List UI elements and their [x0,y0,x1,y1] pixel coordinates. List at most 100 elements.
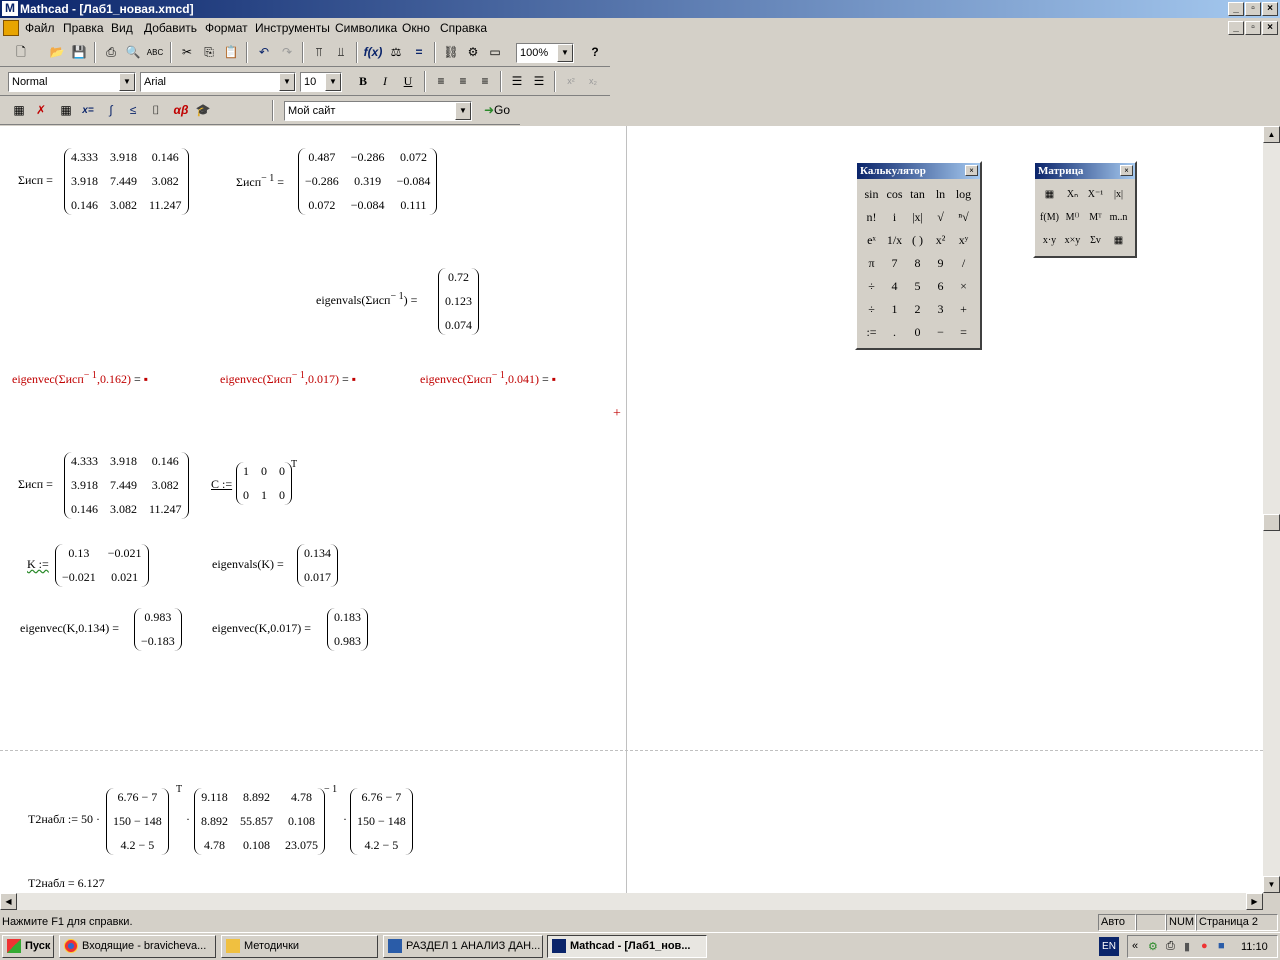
subscript-icon[interactable]: x₂ [582,71,604,92]
calculator-key[interactable]: ⁿ√ [952,206,975,229]
matrix-toolbar-icon[interactable]: ▦ [55,100,77,121]
print-icon[interactable]: ⎙ [100,42,122,63]
eigenvec-expression-2[interactable]: eigenvec(Σисп− 1,0.017) = ▪ [220,370,356,387]
calculator-key[interactable]: sin [860,183,883,206]
browser-tray-icon[interactable]: ● [1201,940,1208,952]
superscript-icon[interactable]: x² [560,71,582,92]
calculator-key[interactable]: 3 [929,298,952,321]
menu-tools[interactable]: Инструменты [255,21,330,35]
calculator-key[interactable]: 4 [883,275,906,298]
calculator-key[interactable]: 5 [906,275,929,298]
menu-symbolics[interactable]: Символика [335,21,397,35]
font-select[interactable]: Arial ▼ [140,72,296,92]
redo-icon[interactable]: ↷ [276,42,298,63]
cut-icon[interactable]: ✂ [176,42,198,63]
matrix-key[interactable]: x×y [1061,229,1084,252]
horizontal-scrollbar[interactable]: ◀ ▶ [0,893,1263,910]
paste-icon[interactable]: 📋 [220,42,242,63]
calculator-key[interactable]: 8 [906,252,929,275]
matrix-key[interactable]: f(M) [1038,206,1061,229]
programming-toolbar-icon[interactable]: ⌷ [145,100,167,121]
signal-icon[interactable]: ▮ [1184,940,1190,953]
c-matrix[interactable]: 100010 [236,462,292,505]
minimize-button[interactable]: _ [1228,2,1244,16]
greek-toolbar-icon[interactable]: αβ [170,100,192,121]
matrix-key[interactable]: ▦ [1038,183,1061,206]
calculator-key[interactable]: 9 [929,252,952,275]
align-right-icon[interactable]: ≡ [474,71,496,92]
close-icon[interactable]: × [965,165,978,176]
calculus-toolbar-icon[interactable]: ∫ [100,100,122,121]
doc-minimize-button[interactable]: _ [1228,21,1244,35]
matrix-key[interactable]: ▦ [1107,229,1130,252]
calculator-key[interactable]: log [952,183,975,206]
matrix-key[interactable]: x·y [1038,229,1061,252]
calculator-key[interactable]: xʸ [952,229,975,252]
scroll-down-icon[interactable]: ▼ [1263,876,1280,893]
sigma-matrix[interactable]: 4.333 3.918 0.146 3.918 7.449 3.082 0.146 3.082… [64,148,189,215]
calculator-key[interactable]: |x| [906,206,929,229]
calculator-key[interactable]: 1 [883,298,906,321]
resource-center-icon[interactable]: ▭ [484,42,506,63]
calculator-key[interactable]: := [860,321,883,344]
align-center-icon[interactable]: ≡ [452,71,474,92]
doc-restore-button[interactable]: ▫ [1245,21,1261,35]
calculator-key[interactable]: 2 [906,298,929,321]
calculator-key[interactable]: ( ) [906,229,929,252]
menu-insert[interactable]: Добавить [144,21,197,35]
new-icon[interactable]: 🗋 [10,42,32,63]
eigenvals-k-result[interactable]: 0.134 0.017 [297,544,338,587]
graph-toolbar-icon[interactable]: ✗ [30,100,52,121]
symbolic-toolbar-icon[interactable]: 🎓 [192,100,214,121]
matrix-key[interactable]: X⁻¹ [1084,183,1107,206]
insert-function-icon[interactable]: f(x) [362,42,384,63]
printer-icon[interactable]: ⎙ [1166,940,1175,953]
task-mathcad[interactable]: Mathcad - [Лаб1_нов... [547,935,707,958]
matrix-key[interactable]: Xₙ [1061,183,1084,206]
save-icon[interactable]: 💾 [68,42,90,63]
app-tray-icon[interactable]: ■ [1218,940,1225,952]
menu-file[interactable]: Файл [25,21,55,35]
calculator-key[interactable]: cos [883,183,906,206]
calculator-key[interactable]: 0 [906,321,929,344]
task-folder[interactable]: Методички [221,935,378,958]
calculator-key[interactable]: √ [929,206,952,229]
language-indicator[interactable]: EN [1099,937,1119,956]
print-preview-icon[interactable]: 🔍 [122,42,144,63]
zoom-select[interactable]: 100% ▼ [516,43,574,63]
calculator-key[interactable]: n! [860,206,883,229]
doc-close-button[interactable]: × [1262,21,1278,35]
eigenvec-k2-result[interactable]: 0.183 0.983 [327,608,368,651]
calculator-key[interactable]: = [952,321,975,344]
eigenvec-expression-3[interactable]: eigenvec(Σисп− 1,0.041) = ▪ [420,370,556,387]
style-select[interactable]: Normal ▼ [8,72,136,92]
chevron-left-icon[interactable]: « [1132,940,1138,952]
calculator-key[interactable]: 1/x [883,229,906,252]
task-chrome[interactable]: Входящие - bravicheva... [59,935,216,958]
matrix-key[interactable]: m..n [1107,206,1130,229]
copy-icon[interactable]: ⎘ [198,42,220,63]
menu-edit[interactable]: Правка [63,21,104,35]
menu-help[interactable]: Справка [440,21,487,35]
eigenvec-k1-result[interactable]: 0.983 −0.183 [134,608,182,651]
evaluation-toolbar-icon[interactable]: x= [77,100,99,121]
menu-format[interactable]: Формат [205,21,248,35]
calculator-key[interactable]: eˣ [860,229,883,252]
t2-vector-right[interactable]: 6.76 − 7 150 − 148 4.2 − 5 [350,788,413,855]
bullets-icon[interactable]: ☰ [506,71,528,92]
menu-view[interactable]: Вид [111,21,133,35]
task-word[interactable]: РАЗДЕЛ 1 АНАЛИЗ ДАН... [383,935,543,958]
eigenvec-expression-1[interactable]: eigenvec(Σисп− 1,0.162) = ▪ [12,370,148,387]
eigenvals-result[interactable]: 0.72 0.123 0.074 [438,268,479,335]
menu-window[interactable]: Окно [402,21,430,35]
document-icon[interactable] [3,20,19,36]
calculator-key[interactable]: ÷ [860,275,883,298]
k-matrix[interactable]: 0.13 −0.021 −0.021 0.021 [55,544,149,587]
calculator-key[interactable]: π [860,252,883,275]
maximize-button[interactable]: ▫ [1245,2,1261,16]
bold-button[interactable]: B [352,71,374,92]
sigma-inv-matrix[interactable]: 0.487 −0.286 0.072 −0.286 0.319 −0.084 0.072 −0… [298,148,438,215]
scroll-thumb[interactable] [1263,514,1280,531]
insert-unit-icon[interactable]: ⚖ [385,42,407,63]
calculator-key[interactable]: × [952,275,975,298]
